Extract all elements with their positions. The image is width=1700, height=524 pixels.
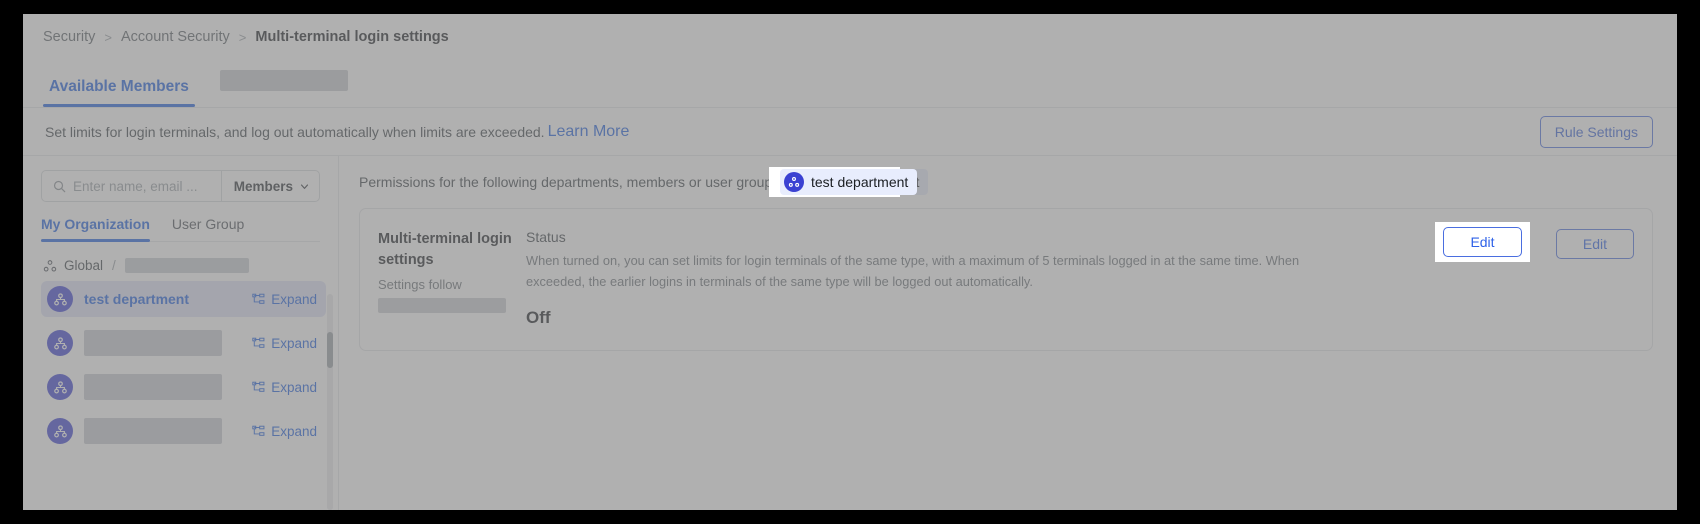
department-avatar-icon [784,172,804,192]
department-avatar-icon [47,286,73,312]
expand-label: Expand [271,423,317,439]
tree-expand-icon [252,293,265,304]
setting-subtitle-redacted [378,298,506,314]
body-split: Members My Organization User Group [23,156,1677,510]
tab-strip: Available Members [23,60,1677,108]
search-input[interactable] [73,178,221,194]
department-name-redacted [84,374,222,400]
tab-label: Available Members [49,78,189,95]
permissions-scope-line: Permissions for the following department… [359,156,1653,208]
department-list: test department Expand Expand Expand Exp… [41,281,326,449]
department-name: test department [84,291,190,307]
scrollbar-thumb[interactable] [327,332,333,368]
breadcrumb-item-security[interactable]: Security [43,29,95,45]
expand-button[interactable]: Expand [252,336,317,351]
org-child-redacted [124,258,249,273]
tab-active-underline [43,104,195,107]
expand-label: Expand [271,335,317,351]
department-avatar-icon [47,374,73,400]
status-value: Off [526,308,551,328]
subtab-active-underline [41,239,150,242]
subtab-my-organization[interactable]: My Organization [41,216,150,242]
search-field[interactable] [42,171,221,201]
subtab-label: My Organization [41,216,150,232]
scope-chip-highlighted[interactable]: test department [780,169,918,195]
expand-button[interactable]: Expand [252,380,317,395]
breadcrumb: Security > Account Security > Multi-term… [23,14,1677,60]
department-row-test-department[interactable]: test department Expand [41,281,326,317]
search-row: Members [41,170,320,202]
tab-available-members[interactable]: Available Members [43,78,195,107]
setting-card-body: Status When turned on, you can set limit… [526,229,1502,328]
breadcrumb-separator-icon: > [104,29,112,45]
learn-more-link[interactable]: Learn More [548,123,630,141]
setting-title: Multi-terminal login settings [378,231,512,268]
edit-button[interactable]: Edit [1555,229,1634,259]
breadcrumb-item-current: Multi-terminal login settings [255,29,449,45]
permissions-prefix-label: Permissions for the following department… [359,174,784,190]
department-row[interactable]: Expand [41,413,326,449]
department-avatar-icon [47,330,73,356]
tree-expand-icon [252,425,265,436]
chevron-down-icon [300,183,309,189]
notice-bar: Set limits for login terminals, and log … [23,108,1677,156]
org-root-label[interactable]: Global [64,258,103,273]
search-icon [53,180,66,192]
settings-panel: Permissions for the following department… [339,156,1677,510]
subtab-user-group[interactable]: User Group [172,216,244,241]
expand-label: Expand [271,379,317,395]
tab-redacted[interactable] [219,70,348,91]
picker-subtabs: My Organization User Group [41,216,320,242]
breadcrumb-separator-icon: > [238,29,247,45]
scope-chip-label: test department [811,174,909,190]
expand-button[interactable]: Expand [252,292,317,307]
department-list-scrollbar[interactable] [327,294,333,510]
setting-card-left: Multi-terminal login settings Settings f… [360,229,526,328]
app-viewport: Security > Account Security > Multi-term… [23,14,1677,510]
tree-expand-icon [252,381,265,392]
member-type-select[interactable]: Members [220,171,319,201]
member-type-select-value: Members [233,178,293,194]
subtab-label: User Group [171,216,245,232]
member-picker-panel: Members My Organization User Group [23,156,339,510]
expand-label: Expand [271,291,317,307]
setting-subtitle: Settings follow [378,277,462,293]
department-avatar-icon [47,418,73,444]
notice-text: Set limits for login terminals, and log … [45,123,545,140]
department-row[interactable]: Expand [41,369,326,405]
org-separator: / [112,258,116,273]
org-icon [43,259,57,272]
rule-settings-button[interactable]: Rule Settings [1539,115,1653,148]
tree-expand-icon [252,337,265,348]
expand-button[interactable]: Expand [252,424,317,439]
status-description: When turned on, you can set limits for l… [526,253,1300,289]
org-breadcrumb: Global / [43,258,320,273]
status-label: Status [526,229,566,245]
highlight-edit-button: Edit [1435,222,1530,262]
highlight-scope-chip: test department [769,167,918,197]
department-name-redacted [84,418,222,444]
breadcrumb-item-account-security[interactable]: Account Security [121,29,230,45]
department-row[interactable]: Expand [41,325,326,361]
edit-button-highlighted[interactable]: Edit [1443,227,1522,257]
department-name-redacted [84,330,222,356]
screen-frame: Security > Account Security > Multi-term… [0,0,1700,524]
